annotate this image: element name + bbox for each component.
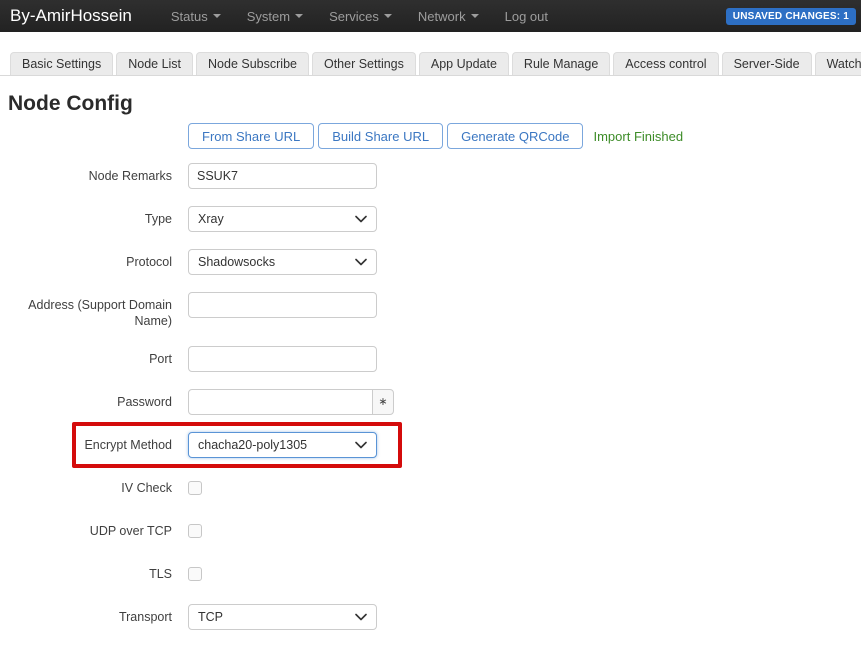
nav-menu-status[interactable]: Status [158, 9, 234, 24]
chevron-down-icon [355, 258, 367, 266]
generate-qrcode-button[interactable]: Generate QRCode [447, 123, 583, 149]
chevron-down-icon [355, 215, 367, 223]
nav-menu-services[interactable]: Services [316, 9, 405, 24]
node-remarks-label: Node Remarks [8, 163, 172, 185]
node-config-form: Node Remarks Type Xray Protocol Shadowso… [8, 163, 853, 630]
port-input[interactable] [188, 346, 377, 372]
encrypt-method-select-value: chacha20-poly1305 [198, 438, 307, 452]
password-label: Password [8, 389, 172, 411]
tab-basic-settings[interactable]: Basic Settings [10, 52, 113, 75]
nav-menu-status-label: Status [171, 9, 208, 24]
tab-other-settings[interactable]: Other Settings [312, 52, 416, 75]
type-label: Type [8, 206, 172, 228]
import-status-text: Import Finished [593, 129, 683, 144]
brand-link[interactable]: By-AmirHossein [10, 6, 132, 26]
udp-over-tcp-checkbox[interactable] [188, 524, 202, 538]
form-row-iv-check: IV Check [8, 475, 853, 501]
caret-down-icon [471, 14, 479, 18]
protocol-label: Protocol [8, 249, 172, 271]
tab-server-side[interactable]: Server-Side [722, 52, 812, 75]
encrypt-method-label: Encrypt Method [8, 432, 172, 454]
caret-down-icon [384, 14, 392, 18]
page-content: Node Config From Share URL Build Share U… [0, 92, 861, 630]
form-row-transport: Transport TCP [8, 604, 853, 630]
protocol-select-value: Shadowsocks [198, 255, 275, 269]
caret-down-icon [213, 14, 221, 18]
nav-menu-network-label: Network [418, 9, 466, 24]
chevron-down-icon [355, 613, 367, 621]
form-row-protocol: Protocol Shadowsocks [8, 249, 853, 275]
tab-node-subscribe[interactable]: Node Subscribe [196, 52, 309, 75]
tab-access-control[interactable]: Access control [613, 52, 718, 75]
nav-menu-services-label: Services [329, 9, 379, 24]
tls-label: TLS [8, 561, 172, 583]
tab-rule-manage[interactable]: Rule Manage [512, 52, 610, 75]
transport-select[interactable]: TCP [188, 604, 377, 630]
node-remarks-input[interactable] [188, 163, 377, 189]
transport-select-value: TCP [198, 610, 223, 624]
form-row-encrypt-method: Encrypt Method chacha20-poly1305 [8, 432, 853, 458]
form-row-address: Address (Support Domain Name) [8, 292, 853, 329]
transport-label: Transport [8, 604, 172, 626]
tab-app-update[interactable]: App Update [419, 52, 509, 75]
type-select[interactable]: Xray [188, 206, 377, 232]
address-input[interactable] [188, 292, 377, 318]
password-reveal-button[interactable]: ∗ [372, 389, 394, 415]
iv-check-checkbox[interactable] [188, 481, 202, 495]
caret-down-icon [295, 14, 303, 18]
form-row-password: Password ∗ [8, 389, 853, 415]
nav-menu-system-label: System [247, 9, 290, 24]
build-share-url-button[interactable]: Build Share URL [318, 123, 443, 149]
tab-watch-logs[interactable]: Watch Logs [815, 52, 861, 75]
from-share-url-button[interactable]: From Share URL [188, 123, 314, 149]
form-row-type: Type Xray [8, 206, 853, 232]
top-navbar: By-AmirHossein Status System Services Ne… [0, 0, 861, 32]
nav-menu-system[interactable]: System [234, 9, 316, 24]
form-row-node-remarks: Node Remarks [8, 163, 853, 189]
nav-logout[interactable]: Log out [492, 9, 561, 24]
udp-over-tcp-label: UDP over TCP [8, 518, 172, 540]
tab-bar: Basic Settings Node List Node Subscribe … [0, 32, 861, 76]
form-row-udp-over-tcp: UDP over TCP [8, 518, 853, 544]
chevron-down-icon [355, 441, 367, 449]
encrypt-method-select[interactable]: chacha20-poly1305 [188, 432, 377, 458]
password-input[interactable] [188, 389, 373, 415]
share-actions-row: From Share URL Build Share URL Generate … [188, 123, 853, 149]
address-label: Address (Support Domain Name) [8, 292, 172, 329]
nav-menu-network[interactable]: Network [405, 9, 492, 24]
iv-check-label: IV Check [8, 475, 172, 497]
port-label: Port [8, 346, 172, 368]
protocol-select[interactable]: Shadowsocks [188, 249, 377, 275]
type-select-value: Xray [198, 212, 224, 226]
page-title: Node Config [8, 92, 853, 116]
tab-node-list[interactable]: Node List [116, 52, 193, 75]
unsaved-changes-badge[interactable]: UNSAVED CHANGES: 1 [726, 8, 856, 25]
form-row-port: Port [8, 346, 853, 372]
tls-checkbox[interactable] [188, 567, 202, 581]
form-row-tls: TLS [8, 561, 853, 587]
